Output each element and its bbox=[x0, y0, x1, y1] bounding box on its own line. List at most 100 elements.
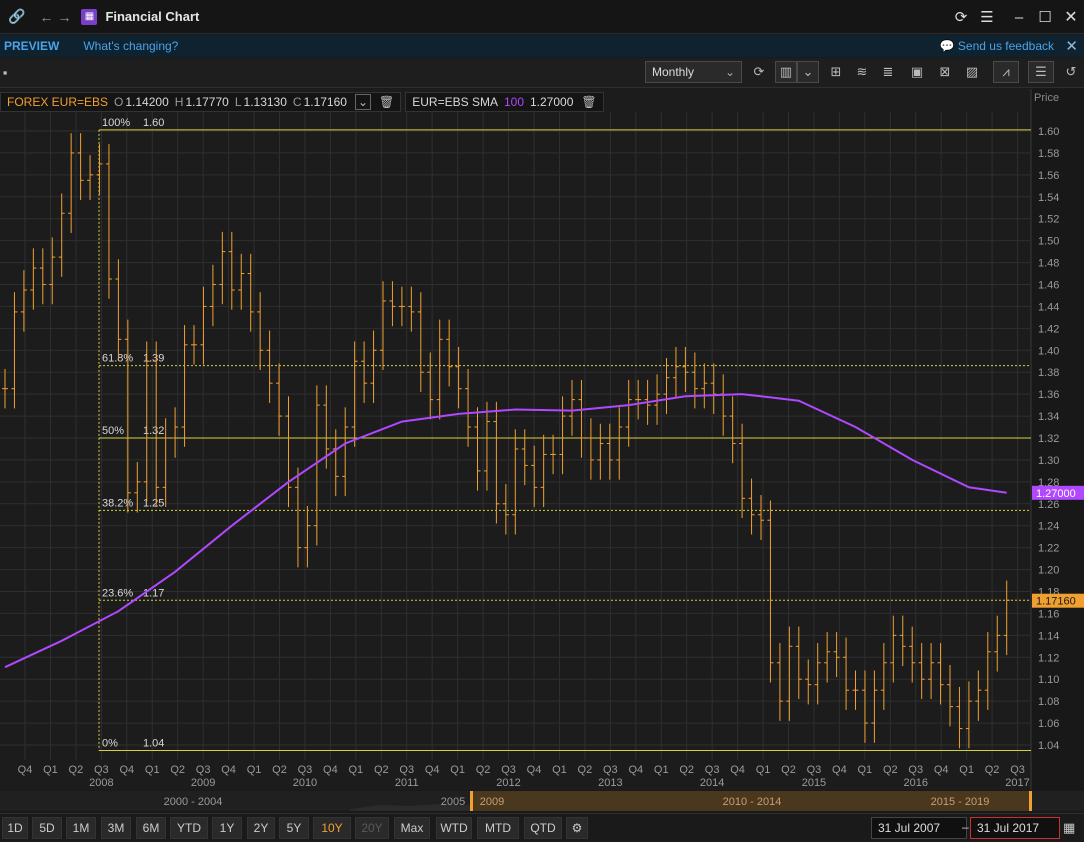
draw-tools-icon[interactable]: ≋ bbox=[851, 61, 873, 83]
chevron-down-icon: ⌄ bbox=[724, 65, 735, 79]
legend-dropdown-icon[interactable]: ⌄ bbox=[354, 94, 372, 110]
delete-series-icon[interactable]: 🗑 bbox=[379, 95, 394, 109]
fib-value-label: 1.25 bbox=[143, 497, 164, 509]
y-tick-label: 1.46 bbox=[1038, 280, 1059, 292]
period-button-1d[interactable]: 1D bbox=[2, 817, 28, 839]
sma-legend[interactable]: EUR=EBS SMA 100 1.27000 🗑 bbox=[405, 92, 604, 112]
window-title: Financial Chart bbox=[105, 9, 200, 24]
gear-icon[interactable]: ⚙ bbox=[566, 817, 588, 839]
x-quarter-label: Q4 bbox=[425, 764, 440, 776]
history-icon[interactable]: ↺ bbox=[1060, 61, 1082, 83]
app-logo-icon: ▦ bbox=[81, 8, 98, 25]
chart-area[interactable]: 100% 1.60 61.8% 1.39 50% 1.32 38.2% 1.25 23.6% 1.… bbox=[0, 89, 1084, 790]
x-quarter-label: Q1 bbox=[349, 764, 364, 776]
period-button-2y[interactable]: 2Y bbox=[247, 817, 275, 839]
x-quarter-label: Q3 bbox=[399, 764, 414, 776]
feedback-link[interactable]: 💬 Send us feedback bbox=[940, 39, 1054, 53]
image-icon[interactable]: ▨ bbox=[961, 61, 983, 83]
y-tick-label: 1.04 bbox=[1038, 740, 1059, 752]
x-quarter-label: Q2 bbox=[170, 764, 185, 776]
refresh-icon[interactable]: ⟳ bbox=[948, 4, 974, 30]
interval-select[interactable]: Monthly ⌄ bbox=[645, 61, 742, 83]
range-handle-right[interactable] bbox=[1029, 791, 1032, 811]
whats-changing-link[interactable]: What's changing? bbox=[83, 39, 178, 53]
period-button-1m[interactable]: 1M bbox=[66, 817, 96, 839]
period-button-max[interactable]: Max bbox=[394, 817, 430, 839]
chart-type-icon[interactable]: ▥ bbox=[775, 61, 797, 83]
layers-icon[interactable]: ≣ bbox=[877, 61, 899, 83]
y-tick-label: 1.22 bbox=[1038, 543, 1059, 555]
delete-study-icon[interactable]: 🗑 bbox=[581, 95, 596, 109]
refresh-chart-icon[interactable]: ⟳ bbox=[748, 61, 770, 83]
date-to-field[interactable]: 31 Jul 2017 bbox=[970, 817, 1060, 839]
back-icon[interactable]: ← bbox=[39, 9, 53, 25]
close-window-button[interactable]: ✕ bbox=[1058, 4, 1084, 30]
high-key: H bbox=[174, 95, 184, 109]
range-label: 2000 - 2004 bbox=[164, 796, 223, 808]
x-quarter-label: Q2 bbox=[985, 764, 1000, 776]
y-tick-label: 1.50 bbox=[1038, 236, 1059, 248]
price-chart[interactable]: 100% 1.60 61.8% 1.39 50% 1.32 38.2% 1.25 23.6% 1.… bbox=[0, 89, 1084, 790]
period-button-3m[interactable]: 3M bbox=[101, 817, 131, 839]
x-year-label: 2009 bbox=[191, 777, 215, 789]
minimize-button[interactable]: – bbox=[1006, 4, 1032, 30]
x-year-label: 2013 bbox=[598, 777, 622, 789]
x-year-label: 2015 bbox=[802, 777, 826, 789]
date-from-field[interactable]: 31 Jul 2007 bbox=[871, 817, 967, 839]
range-handle-left[interactable] bbox=[470, 791, 473, 811]
x-quarter-label: Q3 bbox=[705, 764, 720, 776]
x-quarter-label: Q4 bbox=[628, 764, 643, 776]
x-quarter-label: Q1 bbox=[756, 764, 771, 776]
close-preview-icon[interactable]: ✕ bbox=[1065, 37, 1078, 55]
instrument-legend[interactable]: FOREX EUR=EBS O 1.14200 H 1.17770 L 1.13130… bbox=[0, 92, 402, 112]
fib-value-label: 1.60 bbox=[143, 117, 164, 129]
y-tick-label: 1.24 bbox=[1038, 521, 1059, 533]
studies-icon[interactable]: ⊞ bbox=[825, 61, 847, 83]
y-tick-label: 1.10 bbox=[1038, 674, 1059, 686]
chart-legend: FOREX EUR=EBS O 1.14200 H 1.17770 L 1.13130… bbox=[0, 92, 604, 112]
period-button-5d[interactable]: 5D bbox=[32, 817, 62, 839]
period-button-ytd[interactable]: YTD bbox=[170, 817, 208, 839]
y-tick-label: 1.20 bbox=[1038, 565, 1059, 577]
x-year-label: 2016 bbox=[904, 777, 928, 789]
period-button-mtd[interactable]: MTD bbox=[477, 817, 519, 839]
x-quarter-label: Q1 bbox=[450, 764, 465, 776]
maximize-button[interactable]: ☐ bbox=[1032, 4, 1058, 30]
x-quarter-label: Q3 bbox=[298, 764, 313, 776]
x-year-label: 2010 bbox=[293, 777, 317, 789]
x-year-label: 2014 bbox=[700, 777, 724, 789]
x-year-label: 2012 bbox=[496, 777, 520, 789]
chart-type-dropdown-icon[interactable]: ⌄ bbox=[797, 61, 819, 83]
y-tick-label: 1.32 bbox=[1038, 433, 1059, 445]
panel-handle-icon[interactable]: ▪ bbox=[0, 61, 10, 83]
period-button-5y[interactable]: 5Y bbox=[279, 817, 309, 839]
range-navigator[interactable]: 2000 - 2004 2005 2009 2010 - 2014 2015 -… bbox=[0, 791, 1084, 811]
link-icon[interactable]: 🔗 bbox=[8, 8, 25, 25]
period-button-wtd[interactable]: WTD bbox=[436, 817, 472, 839]
fib-value-label: 1.17 bbox=[143, 587, 164, 599]
sma-name: EUR=EBS SMA bbox=[412, 95, 498, 109]
period-button-qtd[interactable]: QTD bbox=[524, 817, 562, 839]
x-quarter-label: Q1 bbox=[145, 764, 160, 776]
list-icon[interactable]: ☰ bbox=[1028, 61, 1054, 83]
forward-icon[interactable]: → bbox=[57, 9, 71, 25]
menu-icon[interactable]: ☰ bbox=[974, 4, 1000, 30]
y-tick-label: 1.38 bbox=[1038, 367, 1059, 379]
x-quarter-label: Q1 bbox=[654, 764, 669, 776]
compare-chart-icon[interactable]: ⩘ bbox=[993, 61, 1019, 83]
period-button-10y[interactable]: 10Y bbox=[313, 817, 351, 839]
x-quarter-label: Q3 bbox=[603, 764, 618, 776]
fib-percent-label: 38.2% bbox=[102, 497, 133, 509]
fib-percent-label: 0% bbox=[102, 737, 118, 749]
export-excel-icon[interactable]: ⊠ bbox=[934, 61, 956, 83]
fib-value-label: 1.04 bbox=[143, 737, 164, 749]
period-button-6m[interactable]: 6M bbox=[136, 817, 166, 839]
x-quarter-label: Q4 bbox=[934, 764, 949, 776]
save-icon[interactable]: ▣ bbox=[906, 61, 928, 83]
calendar-icon[interactable]: ▦ bbox=[1063, 820, 1075, 836]
interval-value: Monthly bbox=[652, 65, 695, 79]
close-value: 1.17160 bbox=[303, 95, 347, 109]
open-value: 1.14200 bbox=[125, 95, 169, 109]
period-button-1y[interactable]: 1Y bbox=[212, 817, 242, 839]
title-bar: 🔗 ← → ▦ Financial Chart ⟳ ☰ – ☐ ✕ bbox=[0, 0, 1084, 34]
